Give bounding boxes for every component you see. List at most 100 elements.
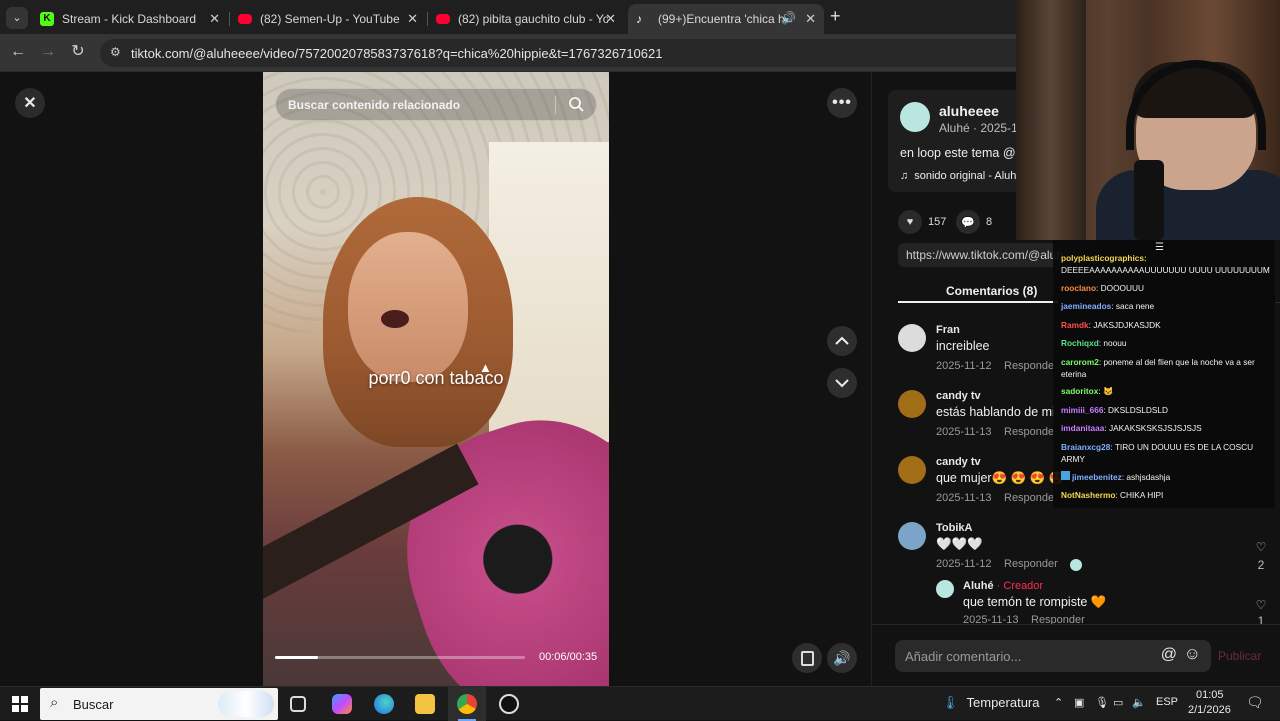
comment-like-icon[interactable]: ♡ xyxy=(1254,540,1268,554)
chat-message: NotNashermo: CHIKA HIPI xyxy=(1061,489,1271,501)
reply-link[interactable]: Responder xyxy=(1004,558,1058,570)
obs-icon[interactable] xyxy=(499,694,519,714)
music-note-icon: ♫ xyxy=(900,170,909,182)
related-search-input[interactable]: Buscar contenido relacionado xyxy=(275,88,597,121)
reply-link[interactable]: Responde xyxy=(1004,426,1054,438)
close-tab-icon[interactable]: ✕ xyxy=(605,11,616,27)
comment-date: 2025-11-12 xyxy=(936,360,992,372)
clock-time[interactable]: 01:05 xyxy=(1196,689,1224,701)
close-video-button[interactable]: ✕ xyxy=(15,88,45,118)
taskbar-search[interactable]: ⌕ Buscar xyxy=(40,688,278,720)
creator-badge: · Creador xyxy=(996,580,1044,592)
add-comment-input[interactable]: Añadir comentario... @ ☺ xyxy=(895,640,1211,672)
video-player[interactable]: Buscar contenido relacionado porr0 con t… xyxy=(263,72,609,686)
tray-app-icon[interactable]: ▣ xyxy=(1074,696,1084,709)
publish-button[interactable]: Publicar xyxy=(1218,649,1261,663)
tab-youtube-pibita[interactable]: (82) pibita gauchito club - YouT ✕ xyxy=(428,4,624,34)
file-explorer-icon[interactable] xyxy=(415,694,435,714)
chat-user: jimeebenitez xyxy=(1072,472,1122,482)
add-comment-placeholder: Añadir comentario... xyxy=(905,649,1022,664)
thermometer-icon: 🌡 xyxy=(942,695,959,710)
tab-youtube-semen-up[interactable]: (82) Semen-Up - YouTube ✕ xyxy=(230,4,426,34)
url-text[interactable]: tiktok.com/@aluheeee/video/7572002078583… xyxy=(131,46,662,61)
address-bar[interactable]: ⚙ tiktok.com/@aluheeee/video/75720020785… xyxy=(100,39,1040,67)
chat-message: Ramdk: JAKSJDJKASJDK xyxy=(1061,319,1271,331)
language-indicator[interactable]: ESP xyxy=(1156,696,1178,708)
tray-chevron-icon[interactable]: ⌃ xyxy=(1054,696,1063,709)
comment-avatar[interactable] xyxy=(898,456,926,484)
chat-user: polyplasticographics: xyxy=(1061,253,1147,263)
task-view-icon[interactable] xyxy=(290,696,306,712)
tab-comments[interactable]: Comentarios (8) xyxy=(946,284,1037,298)
volume-button[interactable]: 🔊 xyxy=(827,643,857,673)
search-icon[interactable] xyxy=(568,96,584,117)
emoji-icon[interactable]: ☺ xyxy=(1184,644,1201,664)
chat-message: sadoritox: 🐱 xyxy=(1061,385,1271,397)
reply-link[interactable]: Responde xyxy=(1004,360,1054,372)
new-tab-button[interactable]: + xyxy=(830,6,841,27)
weather-widget[interactable]: 🌡 Temperatura xyxy=(942,695,1040,711)
tab-title: (99+)Encuentra 'chica hippi xyxy=(658,12,788,26)
comment-avatar[interactable] xyxy=(898,390,926,418)
back-icon[interactable]: ← xyxy=(8,42,28,62)
chat-user: mimiii_666 xyxy=(1061,405,1104,415)
more-options-button[interactable]: ••• xyxy=(827,88,857,118)
reload-icon[interactable]: ↻ xyxy=(68,42,88,62)
chat-message: polyplasticographics: DEEEEAAAAAAAAAAUUU… xyxy=(1061,252,1271,276)
comment-author[interactable]: Fran xyxy=(936,324,960,336)
next-video-button[interactable] xyxy=(827,368,857,398)
site-info-icon[interactable]: ⚙ xyxy=(110,45,121,59)
comment-avatar[interactable] xyxy=(936,580,954,598)
youtube-icon xyxy=(436,14,450,24)
previous-video-button[interactable] xyxy=(827,326,857,356)
comment-like-count: 2 xyxy=(1257,558,1265,572)
author-username[interactable]: aluheeee xyxy=(939,103,999,119)
chat-message: carorom2: poneme al del flien que la noc… xyxy=(1061,356,1271,380)
floating-player-button[interactable] xyxy=(792,643,822,673)
comment-date: 2025-11-12 xyxy=(936,558,992,570)
windows-start-icon[interactable] xyxy=(12,696,28,712)
forward-icon[interactable]: → xyxy=(38,42,58,62)
close-tab-icon[interactable]: ✕ xyxy=(209,11,220,27)
copilot-icon[interactable] xyxy=(332,694,352,714)
chevron-up-icon xyxy=(835,336,849,345)
weather-label: Temperatura xyxy=(966,695,1040,710)
clock-date[interactable]: 2/1/2026 xyxy=(1188,704,1231,716)
author-avatar[interactable] xyxy=(900,102,930,132)
chat-user: Braianxcg28 xyxy=(1061,442,1111,452)
comment-reply: Aluhé · Creador que temón te rompiste 🧡 … xyxy=(898,580,1268,628)
tab-search-button[interactable]: ⌄ xyxy=(6,7,28,29)
speaker-icon[interactable]: 🔈 xyxy=(1132,696,1146,709)
tab-kick-dashboard[interactable]: K Stream - Kick Dashboard ✕ xyxy=(32,4,228,34)
chrome-icon[interactable] xyxy=(457,694,477,714)
comment-avatar[interactable] xyxy=(898,522,926,550)
comment-author[interactable]: candy tv xyxy=(936,390,981,402)
audio-playing-icon[interactable]: 🔊 xyxy=(781,11,796,25)
comment-author[interactable]: TobikA xyxy=(936,522,972,534)
tab-tiktok-active[interactable]: ♪ (99+)Encuentra 'chica hippi 🔊 ✕ xyxy=(628,4,824,34)
mouse-cursor-icon: ▲ xyxy=(479,360,492,375)
chat-text: : 🐱 xyxy=(1098,386,1114,396)
post-sound[interactable]: sonido original - Aluh xyxy=(914,170,1016,182)
comment-author[interactable]: Aluhé xyxy=(963,580,994,592)
edge-icon[interactable] xyxy=(374,694,394,714)
video-progress-bar[interactable] xyxy=(275,656,525,659)
mention-icon[interactable]: @ xyxy=(1161,646,1177,664)
comment-avatar[interactable] xyxy=(898,324,926,352)
search-highlight-icon xyxy=(218,691,274,717)
like-stat[interactable]: ♥ 157 xyxy=(898,210,946,234)
chat-user: carorom2 xyxy=(1061,357,1099,367)
chat-user: NotNashermo xyxy=(1061,490,1116,500)
comment-icon: 💬 xyxy=(956,210,980,234)
network-icon[interactable]: ▭ xyxy=(1113,696,1123,709)
tab-title: Stream - Kick Dashboard xyxy=(62,12,197,26)
chat-text: : DKSLDSLDSLD xyxy=(1103,405,1168,415)
comment-like-icon[interactable]: ♡ xyxy=(1254,598,1268,612)
reply-link[interactable]: Responde xyxy=(1004,492,1054,504)
close-tab-icon[interactable]: ✕ xyxy=(407,11,418,27)
notifications-icon[interactable]: 🗨 xyxy=(1246,694,1264,711)
comment-stat[interactable]: 💬 8 xyxy=(956,210,992,234)
comment-author[interactable]: candy tv xyxy=(936,456,981,468)
microphone-icon[interactable]: 🎙 xyxy=(1095,696,1109,709)
close-tab-icon[interactable]: ✕ xyxy=(805,11,816,27)
